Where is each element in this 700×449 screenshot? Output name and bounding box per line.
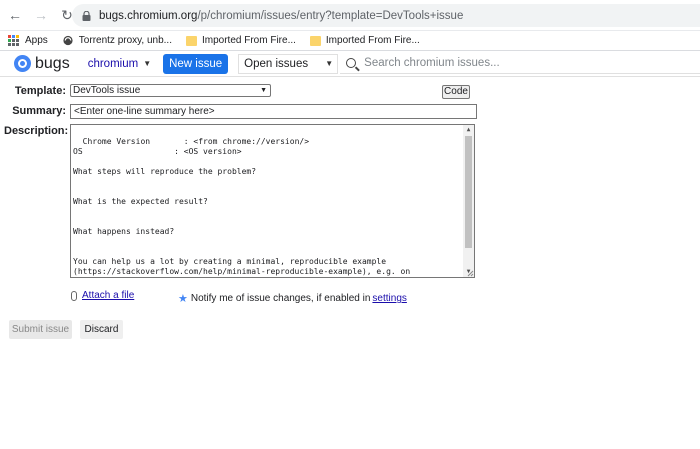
template-label: Template: [14,85,66,97]
bookmarks-bar: Apps Torrentz proxy, unb... Imported Fro… [0,31,700,51]
new-issue-button[interactable]: New issue [163,53,229,74]
search-input[interactable]: Search chromium issues... [340,54,700,74]
description-scrollbar[interactable]: ▲ ▼ [463,125,474,277]
attach-file: Attach a file [71,290,134,301]
paperclip-icon [71,290,77,301]
address-bar[interactable]: bugs.chromium.org/p/chromium/issues/entr… [72,4,700,27]
apps-icon [8,35,20,46]
bugs-logo[interactable]: bugs [14,55,70,73]
description-text: Chrome Version : <from chrome://version/… [73,137,411,276]
caret-down-icon: ▼ [325,59,334,68]
attach-file-link[interactable]: Attach a file [82,290,134,301]
url-text: bugs.chromium.org/p/chromium/issues/entr… [99,9,464,22]
folder-icon [309,35,321,46]
settings-link[interactable]: settings [372,293,406,304]
star-icon[interactable]: ★ [178,292,188,305]
caret-down-icon: ▼ [143,59,152,68]
bookmark-folder-1[interactable]: Imported From Fire... [186,35,296,46]
chromium-logo-icon [14,55,31,72]
description-textarea[interactable]: Chrome Version : <from chrome://version/… [70,124,475,278]
notify-text: Notify me of issue changes, if enabled i… [190,293,371,304]
scope-select[interactable]: Open issues ▼ [238,53,339,74]
scroll-up-icon[interactable]: ▲ [463,125,474,135]
caret-down-icon: ▼ [260,87,267,94]
submit-issue-button[interactable]: Submit issue [9,320,72,339]
notify-note: ★ Notify me of issue changes, if enabled… [178,292,407,305]
forward-arrow-icon[interactable]: → [30,4,52,26]
scroll-thumb[interactable] [465,136,472,248]
project-selector[interactable]: chromium ▼ [88,58,151,70]
template-select[interactable]: DevTools issue ▼ [70,84,271,97]
bookmark-folder-2[interactable]: Imported From Fire... [309,35,420,46]
bookmark-torrentz[interactable]: Torrentz proxy, unb... [62,35,172,46]
description-label: Description: [4,125,69,137]
logo-text: bugs [35,54,70,72]
bookmark-apps[interactable]: Apps [8,35,48,46]
app-header: bugs chromium ▼ New issue Open issues ▼ … [0,51,700,77]
site-icon [63,35,73,46]
summary-label: Summary: [12,105,66,117]
code-button[interactable]: Code [442,85,470,99]
search-icon [346,58,357,68]
summary-input[interactable]: <Enter one-line summary here> [70,104,477,119]
browser-toolbar: ← → ↻ bugs.chromium.org/p/chromium/issue… [0,0,700,31]
lock-icon [82,10,91,21]
back-arrow-icon[interactable]: ← [4,4,26,26]
folder-icon [186,35,197,46]
discard-button[interactable]: Discard [80,320,123,339]
resize-handle-icon[interactable] [466,269,474,277]
